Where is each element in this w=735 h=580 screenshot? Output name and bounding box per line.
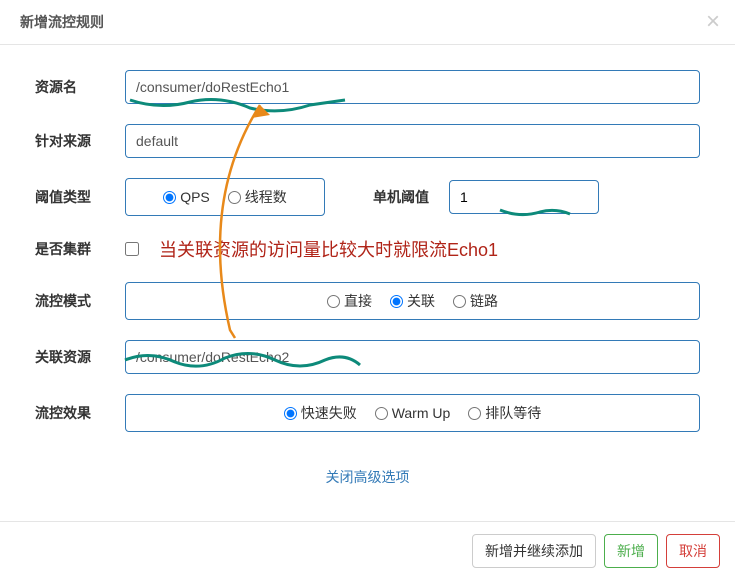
effect-queue-radio[interactable] [468,407,481,420]
qps-label: QPS [180,189,210,205]
toggle-advanced-link[interactable]: 关闭高级选项 [35,452,700,502]
relation-row: 关联资源 [35,340,700,374]
mode-relation-option[interactable]: 关联 [390,291,435,311]
add-continue-button[interactable]: 新增并继续添加 [472,534,596,568]
mode-label: 流控模式 [35,291,125,311]
effect-fail-label: 快速失败 [301,403,357,423]
mode-direct-radio[interactable] [327,295,340,308]
cluster-checkbox[interactable] [125,242,139,256]
threshold-type-group: QPS 线程数 [125,178,325,216]
thread-radio[interactable] [228,191,241,204]
resource-label: 资源名 [35,77,125,97]
cancel-button[interactable]: 取消 [666,534,720,568]
mode-direct-label: 直接 [344,291,372,311]
mode-group: 直接 关联 链路 [125,282,700,320]
source-input[interactable] [125,124,700,158]
modal-footer: 新增并继续添加 新增 取消 [0,521,735,580]
qps-radio[interactable] [163,191,176,204]
modal-header: 新增流控规则 × [0,0,735,45]
source-row: 针对来源 [35,124,700,158]
cluster-row: 是否集群 当关联资源的访问量比较大时就限流Echo1 [35,236,700,262]
effect-row: 流控效果 快速失败 Warm Up 排队等待 [35,394,700,432]
flow-rule-modal: 新增流控规则 × 资源名 针对来源 阈值类型 QPS 线程数 [0,0,735,580]
effect-warmup-option[interactable]: Warm Up [375,405,451,421]
qps-option[interactable]: QPS [163,189,210,205]
effect-queue-option[interactable]: 排队等待 [468,403,541,423]
mode-chain-label: 链路 [470,291,498,311]
mode-chain-option[interactable]: 链路 [453,291,498,311]
resource-input[interactable] [125,70,700,104]
threshold-row: 阈值类型 QPS 线程数 单机阈值 [35,178,700,216]
relation-label: 关联资源 [35,347,125,367]
add-button[interactable]: 新增 [604,534,658,568]
close-icon[interactable]: × [706,8,720,36]
resource-row: 资源名 [35,70,700,104]
effect-queue-label: 排队等待 [485,403,541,423]
annotation-text: 当关联资源的访问量比较大时就限流Echo1 [159,236,498,262]
thread-label: 线程数 [245,187,287,207]
modal-body: 资源名 针对来源 阈值类型 QPS 线程数 单机阈值 是否集 [0,45,735,512]
modal-title: 新增流控规则 [20,14,104,30]
cluster-label: 是否集群 [35,239,125,259]
threshold-type-label: 阈值类型 [35,187,125,207]
relation-input[interactable] [125,340,700,374]
effect-fail-radio[interactable] [284,407,297,420]
effect-warmup-label: Warm Up [392,405,451,421]
threshold-value-label: 单机阈值 [373,187,429,207]
effect-warmup-radio[interactable] [375,407,388,420]
mode-direct-option[interactable]: 直接 [327,291,372,311]
effect-label: 流控效果 [35,403,125,423]
effect-group: 快速失败 Warm Up 排队等待 [125,394,700,432]
threshold-value-input[interactable] [449,180,599,214]
effect-fail-option[interactable]: 快速失败 [284,403,357,423]
mode-row: 流控模式 直接 关联 链路 [35,282,700,320]
mode-relation-radio[interactable] [390,295,403,308]
mode-relation-label: 关联 [407,291,435,311]
source-label: 针对来源 [35,131,125,151]
mode-chain-radio[interactable] [453,295,466,308]
thread-option[interactable]: 线程数 [228,187,287,207]
